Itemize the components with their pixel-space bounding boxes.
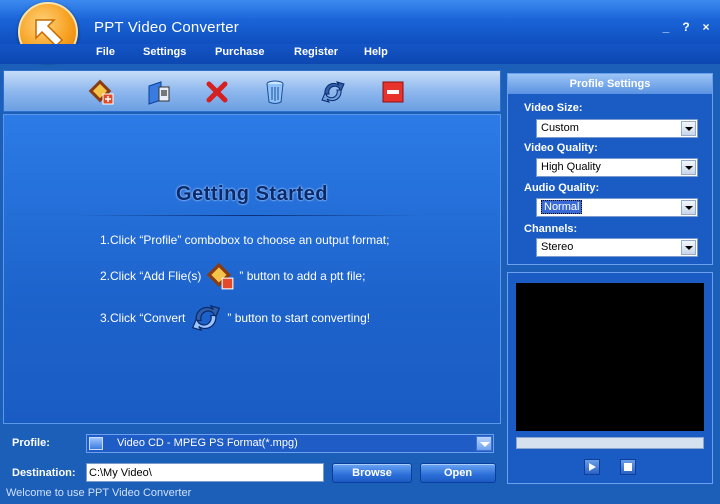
chevron-down-icon[interactable] <box>476 436 492 451</box>
clear-button[interactable] <box>260 77 290 107</box>
profile-label: Profile: <box>12 437 50 449</box>
chevron-down-icon[interactable] <box>681 240 696 255</box>
video-quality-label: Video Quality: <box>524 142 598 154</box>
title-divider <box>74 215 424 216</box>
browse-button[interactable]: Browse <box>332 463 412 483</box>
recycle-bin-icon <box>266 80 284 104</box>
toolbar <box>3 70 501 112</box>
convert-icon <box>321 81 345 103</box>
video-format-icon <box>89 437 103 450</box>
menu-settings[interactable]: Settings <box>143 46 186 58</box>
video-quality-value: High Quality <box>541 161 601 173</box>
step-2: 2.Click “Add Flie(s) ” button to add a p… <box>100 261 365 291</box>
profile-settings-header: Profile Settings <box>508 74 712 94</box>
getting-started-title: Getting Started <box>176 183 328 205</box>
export-icon <box>148 81 170 105</box>
step-1-text: 1.Click “Profile” combobox to choose an … <box>100 233 390 247</box>
stop-button[interactable] <box>378 77 408 107</box>
preview-screen <box>516 283 704 431</box>
video-quality-select[interactable]: High Quality <box>536 158 698 177</box>
play-icon <box>589 463 596 471</box>
audio-quality-value: Normal <box>541 200 583 214</box>
preview-panel <box>507 272 713 484</box>
add-file-button[interactable] <box>86 77 116 107</box>
video-size-label: Video Size: <box>524 102 583 114</box>
delete-icon <box>206 81 228 103</box>
open-button[interactable]: Open <box>420 463 496 483</box>
step-3: 3.Click “Convert ” button to start conve… <box>100 301 370 335</box>
play-button[interactable] <box>584 459 600 475</box>
stop-icon <box>624 463 632 471</box>
menu-help[interactable]: Help <box>364 46 388 58</box>
convert-icon <box>192 304 221 332</box>
step-1: 1.Click “Profile” combobox to choose an … <box>100 233 389 247</box>
menu-register[interactable]: Register <box>294 46 338 58</box>
add-file-icon <box>207 262 234 290</box>
channels-select[interactable]: Stereo <box>536 238 698 257</box>
video-size-value: Custom <box>541 122 579 134</box>
stop-icon <box>382 81 404 103</box>
chevron-down-icon[interactable] <box>681 121 696 136</box>
profile-value: Video CD - MPEG PS Format(*.mpg) <box>117 437 298 449</box>
step-2-text-after: ” button to add a ptt file; <box>239 269 366 283</box>
destination-label: Destination: <box>12 467 76 479</box>
chevron-down-icon[interactable] <box>681 160 696 175</box>
close-button[interactable]: × <box>700 20 712 34</box>
profile-settings-panel: Profile Settings Video Size: Custom Vide… <box>507 73 713 265</box>
delete-button[interactable] <box>202 77 232 107</box>
step-2-text-before: 2.Click “Add Flie(s) <box>100 269 202 283</box>
menu-purchase[interactable]: Purchase <box>215 46 265 58</box>
stop-preview-button[interactable] <box>620 459 636 475</box>
status-bar: Welcome to use PPT Video Converter <box>6 487 192 499</box>
window-controls: _ ? × <box>660 20 712 34</box>
audio-quality-label: Audio Quality: <box>524 182 600 194</box>
audio-quality-select[interactable]: Normal <box>536 198 698 217</box>
chevron-down-icon[interactable] <box>681 200 696 215</box>
video-size-select[interactable]: Custom <box>536 119 698 138</box>
minimize-button[interactable]: _ <box>660 20 672 34</box>
add-file-icon <box>88 79 114 105</box>
help-button[interactable]: ? <box>680 20 692 34</box>
menu-bar: File Settings Purchase Register Help <box>0 44 720 64</box>
export-button[interactable] <box>144 77 174 107</box>
profile-select[interactable]: Video CD - MPEG PS Format(*.mpg) <box>86 434 494 453</box>
window-title: PPT Video Converter <box>94 19 239 36</box>
channels-label: Channels: <box>524 223 578 235</box>
step-3-text-after: ” button to start converting! <box>227 311 371 325</box>
channels-value: Stereo <box>541 241 574 253</box>
step-3-text-before: 3.Click “Convert <box>100 311 186 325</box>
getting-started-panel: Getting Started 1.Click “Profile” combob… <box>3 114 501 424</box>
progress-bar[interactable] <box>516 437 704 449</box>
menu-file[interactable]: File <box>96 46 115 58</box>
convert-button[interactable] <box>318 77 348 107</box>
destination-input[interactable] <box>86 463 324 482</box>
